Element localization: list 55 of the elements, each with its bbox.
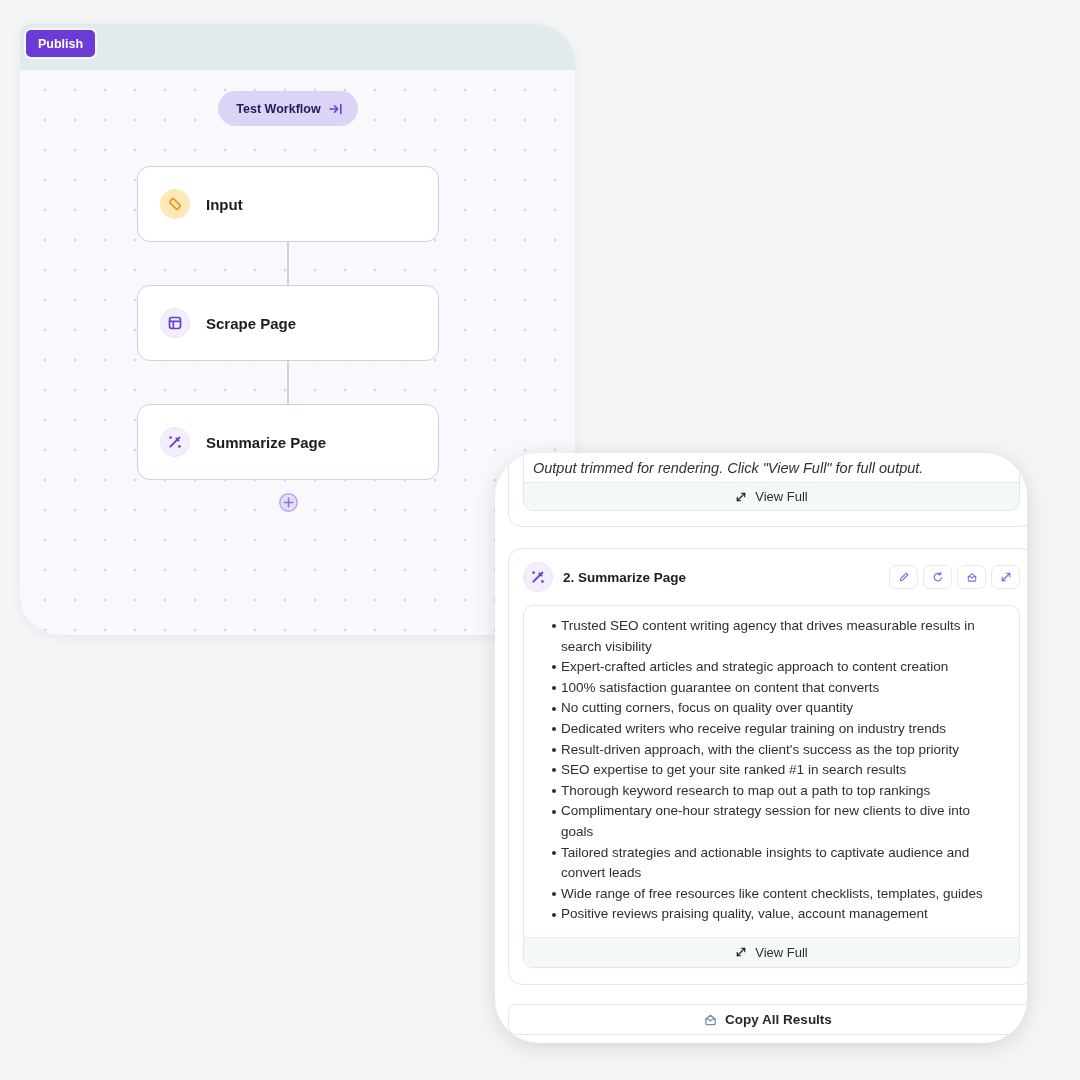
bullet-icon bbox=[552, 768, 556, 773]
expand-button[interactable] bbox=[991, 565, 1020, 589]
summary-bullet: 100% satisfaction guarantee on content that converts bbox=[561, 678, 881, 697]
test-workflow-button[interactable]: Test Workflow bbox=[218, 91, 358, 126]
summary-bullet: Wide range of free resources like content checklists, templates, guides bbox=[561, 884, 984, 903]
workflow-node[interactable]: Input bbox=[137, 166, 439, 242]
summary-bullet: No cutting corners, focus on quality over quantity bbox=[561, 699, 854, 718]
refresh-icon bbox=[931, 571, 944, 583]
node-label: Input bbox=[206, 195, 243, 213]
summary-bullet: Thorough keyword research to map out a path to top rankings bbox=[561, 781, 932, 800]
bullet-icon bbox=[552, 686, 556, 691]
node-label: Scrape Page bbox=[206, 314, 297, 332]
summary-bullet: Trusted SEO content writing agency that drives measurable results in search visibility bbox=[561, 617, 976, 656]
edit-button[interactable] bbox=[889, 565, 918, 589]
copy-all-button[interactable]: Copy All Results bbox=[508, 1003, 1027, 1035]
publish-button[interactable]: Publish bbox=[24, 28, 98, 59]
layout-icon bbox=[160, 308, 190, 338]
expand-icon bbox=[735, 946, 748, 959]
refresh-button[interactable] bbox=[923, 565, 952, 589]
ticket-icon bbox=[160, 189, 190, 219]
expand-icon bbox=[999, 571, 1012, 583]
view-full-button[interactable]: View Full bbox=[524, 936, 1019, 967]
summary-bullet: Tailored strategies and actionable insights to captivate audience and convert leads bbox=[561, 843, 971, 883]
wand-icon bbox=[523, 562, 553, 592]
pencil-icon bbox=[897, 571, 910, 583]
view-full-button[interactable]: View Full bbox=[524, 482, 1019, 510]
bullet-icon bbox=[552, 892, 556, 896]
node-label: Summarize Page bbox=[206, 433, 327, 451]
bullet-icon bbox=[552, 850, 556, 855]
workflow-node[interactable]: Summarize Page bbox=[137, 404, 439, 480]
add-step-icon[interactable] bbox=[278, 493, 298, 512]
summary-bullet: Result-driven approach, with the client's success as the top priority bbox=[561, 740, 960, 759]
bullet-icon bbox=[552, 727, 556, 732]
summary-bullet: Positive reviews praising quality, value, account management bbox=[561, 905, 929, 924]
summary-bullet: Expert-crafted articles and strategic approach to content creation bbox=[561, 658, 950, 677]
bullet-icon bbox=[552, 747, 556, 752]
bullet-icon bbox=[552, 809, 556, 814]
bullet-icon bbox=[552, 706, 556, 711]
summary-bullet: SEO expertise to get your site ranked #1 in search results bbox=[561, 761, 908, 780]
workflow-node[interactable]: Scrape Page bbox=[137, 285, 439, 361]
bullet-icon bbox=[552, 789, 556, 794]
connector-line bbox=[287, 361, 289, 404]
connector-line bbox=[287, 242, 289, 285]
summary-bullet: Dedicated writers who receive regular training on industry trends bbox=[561, 719, 947, 738]
summary-bullet: Complimentary one-hour strategy session for new clients to dive into goals bbox=[561, 802, 971, 841]
trimmed-notice: Output trimmed for rendering. Click "View Full" for full output. bbox=[532, 459, 925, 478]
wand-icon bbox=[160, 427, 190, 457]
copy-button[interactable] bbox=[957, 565, 986, 589]
bullet-icon bbox=[552, 665, 556, 670]
envelope-icon bbox=[965, 571, 978, 583]
arrow-to-bar-icon bbox=[328, 102, 342, 115]
bullet-icon bbox=[552, 624, 556, 629]
expand-icon bbox=[735, 490, 748, 503]
bullet-icon bbox=[552, 912, 556, 917]
result-title: 2. Summarize Page bbox=[563, 569, 688, 585]
